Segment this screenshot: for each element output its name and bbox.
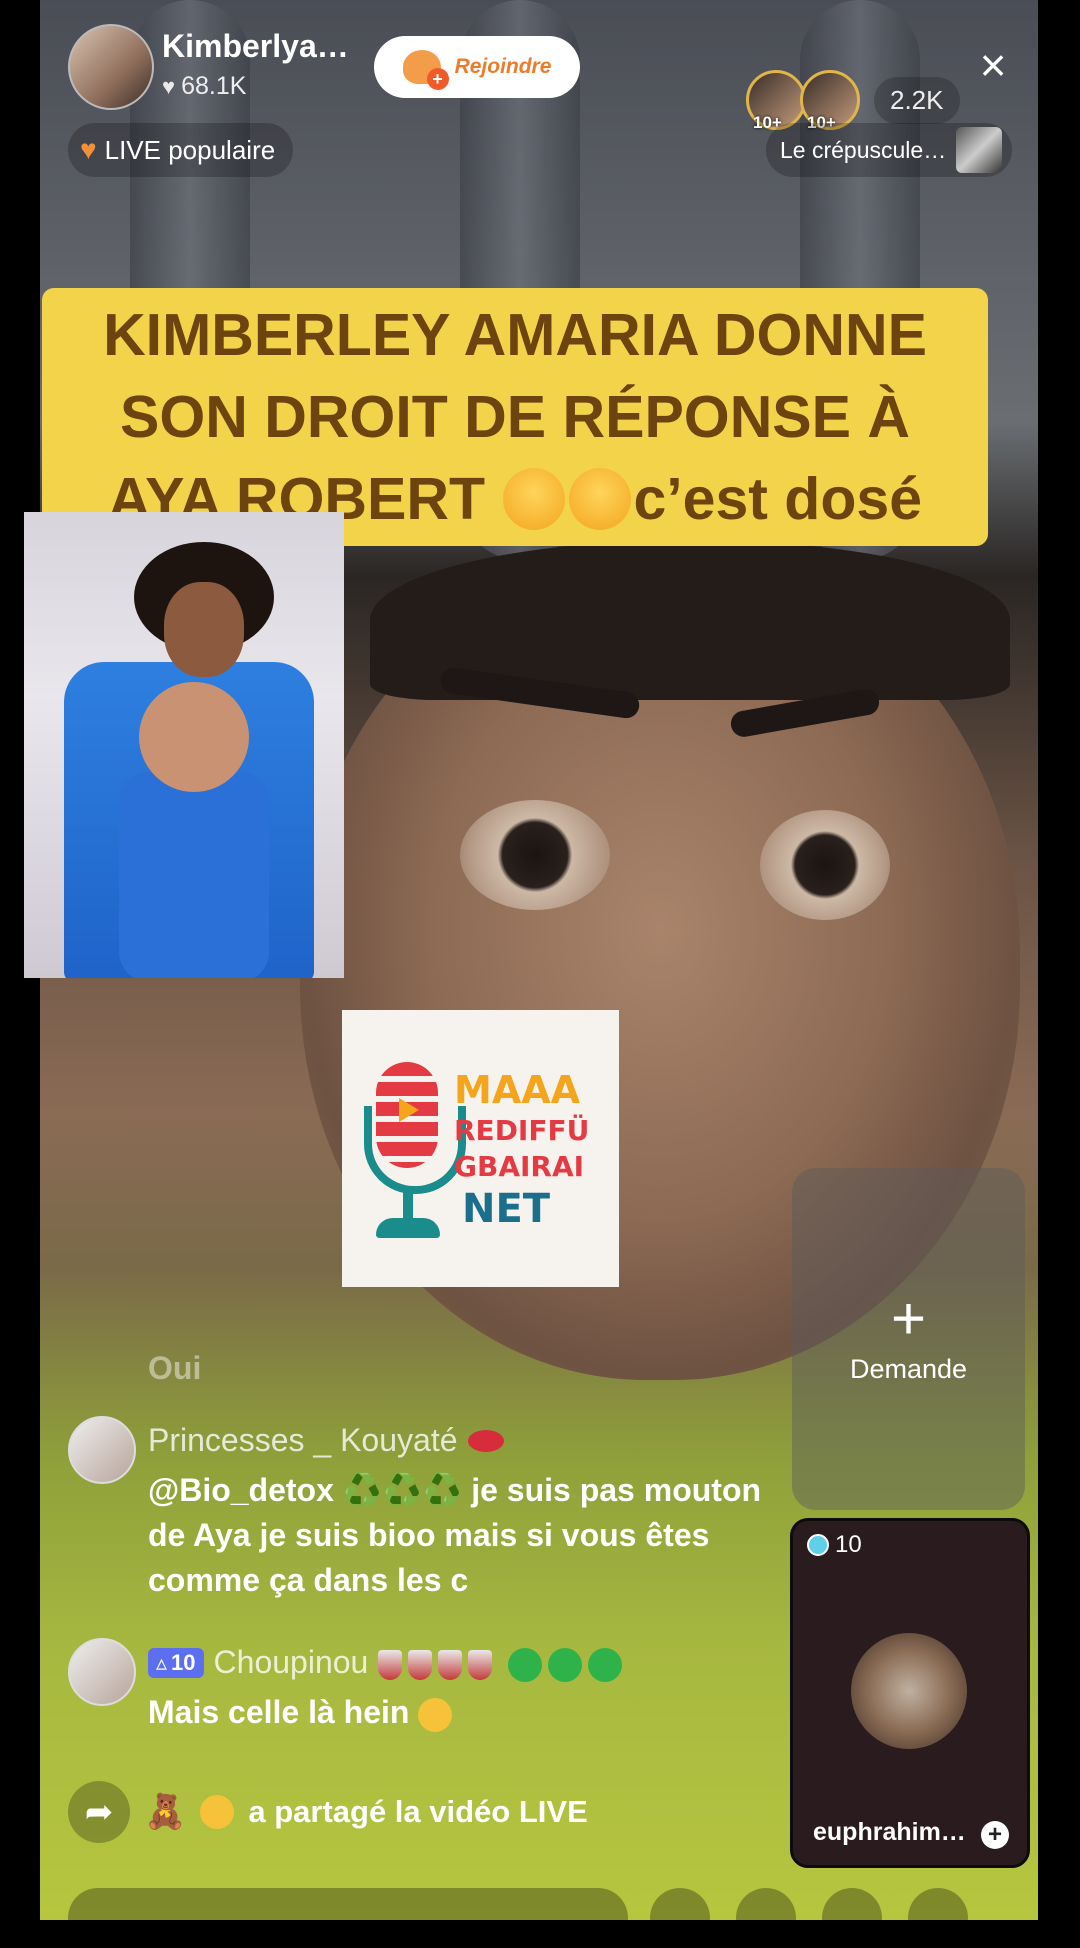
heart-icon: ♥ xyxy=(80,134,97,165)
rose-gift-icon[interactable] xyxy=(736,1888,796,1948)
fearful-face-icon xyxy=(503,468,566,531)
logo-text: MAAA xyxy=(454,1068,581,1112)
chat-username[interactable]: ▵ 10 Choupinou xyxy=(148,1644,628,1682)
bear-icon: 🧸 xyxy=(144,1793,187,1831)
chat-text-value: Mais celle là hein xyxy=(148,1694,410,1730)
chat-message[interactable]: ▵ 10 Choupinou Mais celle là hein xyxy=(68,1638,768,1758)
level-badge: ▵ 10 xyxy=(148,1647,204,1678)
host-name[interactable]: Kimberlya… xyxy=(162,28,349,65)
action-button[interactable] xyxy=(650,1888,710,1948)
level-value: 10 xyxy=(171,1649,196,1675)
headline-text: c’est dosé xyxy=(633,466,923,532)
song-thumbnail xyxy=(956,127,1003,173)
request-button[interactable]: + Demande xyxy=(792,1168,1025,1510)
kiss-icon xyxy=(467,1429,504,1452)
chat-username-text: Choupinou xyxy=(213,1644,369,1681)
gem-icon xyxy=(807,1534,829,1556)
streamer-eye xyxy=(760,810,890,920)
relieved-face-icon xyxy=(200,1795,235,1829)
live-popular-label: LIVE populaire xyxy=(104,134,276,165)
weary-face-icon xyxy=(418,1697,453,1732)
join-button[interactable]: + Rejoindre xyxy=(374,36,580,98)
headline-line: SON DROIT DE RÉPONSE À xyxy=(119,384,911,450)
viewer-avatar[interactable]: 10+ xyxy=(800,70,860,132)
share-text: a partagé la vidéo LIVE xyxy=(248,1794,588,1829)
heart-plus-icon: + xyxy=(402,50,449,90)
headline-line: KIMBERLEY AMARIA DONNE xyxy=(103,302,927,368)
song-pill[interactable]: Le crépuscule… xyxy=(766,123,1013,177)
chat-username-text: Princesses _ Kouyaté xyxy=(148,1422,458,1458)
faded-message: Oui xyxy=(148,1350,202,1386)
host-avatar[interactable] xyxy=(68,24,154,110)
top-viewers[interactable]: 10+ 10+ 2.2K xyxy=(746,70,960,132)
comment-input[interactable] xyxy=(68,1888,628,1948)
share-arrow-icon[interactable]: ➦ xyxy=(68,1781,130,1843)
plus-icon: + xyxy=(890,1284,927,1352)
viewer-count[interactable]: 2.2K xyxy=(874,76,960,124)
join-label: Rejoindre xyxy=(454,55,552,78)
gift-user: euphrahim… xyxy=(813,1818,966,1846)
fearful-face-icon xyxy=(569,468,632,531)
streamer-eye xyxy=(460,800,610,910)
recycle-icons xyxy=(508,1644,628,1682)
gift-card[interactable]: 10 euphrahim… + xyxy=(790,1518,1030,1868)
host-likes: ♥ 68.1K xyxy=(162,72,246,101)
chat-username[interactable]: Princesses _ Kouyaté xyxy=(148,1422,504,1459)
song-label: Le crépuscule… xyxy=(780,136,947,163)
logo-text: GBAIRAI xyxy=(454,1150,585,1183)
gift-count: 10 xyxy=(807,1531,862,1559)
chat-avatar[interactable] xyxy=(68,1416,136,1484)
watermark-logo: MAAA REDIFFÜ GBAIRAI NET xyxy=(342,1010,619,1287)
logo-text: NET xyxy=(462,1186,551,1232)
logo-text: REDIFFÜ xyxy=(454,1114,590,1147)
chat-text: Mais celle là hein xyxy=(148,1690,768,1735)
close-icon[interactable]: × xyxy=(968,40,1018,90)
bottom-actions[interactable] xyxy=(650,1888,968,1948)
chat-message[interactable]: Princesses _ Kouyaté @Bio_detox ♻️♻️♻️ j… xyxy=(68,1416,768,1602)
heart-icon: ♥ xyxy=(162,73,176,99)
chat-text: @Bio_detox ♻️♻️♻️ je suis pas mouton de … xyxy=(148,1472,762,1598)
headline-banner: KIMBERLEY AMARIA DONNE SON DROIT DE RÉPO… xyxy=(42,288,988,546)
gift-count-value: 10 xyxy=(835,1531,862,1558)
viewer-avatar[interactable]: 10+ xyxy=(746,70,806,132)
live-popular-pill[interactable]: ♥ LIVE populaire xyxy=(68,123,294,177)
share-notice: ➦ 🧸 a partagé la vidéo LIVE xyxy=(68,1780,588,1844)
shield-icons xyxy=(378,1644,498,1681)
follow-plus-icon[interactable]: + xyxy=(981,1821,1009,1849)
chat-avatar[interactable] xyxy=(68,1638,136,1706)
likes-count: 68.1K xyxy=(181,72,247,100)
request-label: Demande xyxy=(849,1353,968,1384)
gift-icon[interactable] xyxy=(822,1888,882,1948)
inset-photo xyxy=(24,512,344,978)
share-icon[interactable] xyxy=(908,1888,968,1948)
gift-image xyxy=(851,1633,967,1749)
